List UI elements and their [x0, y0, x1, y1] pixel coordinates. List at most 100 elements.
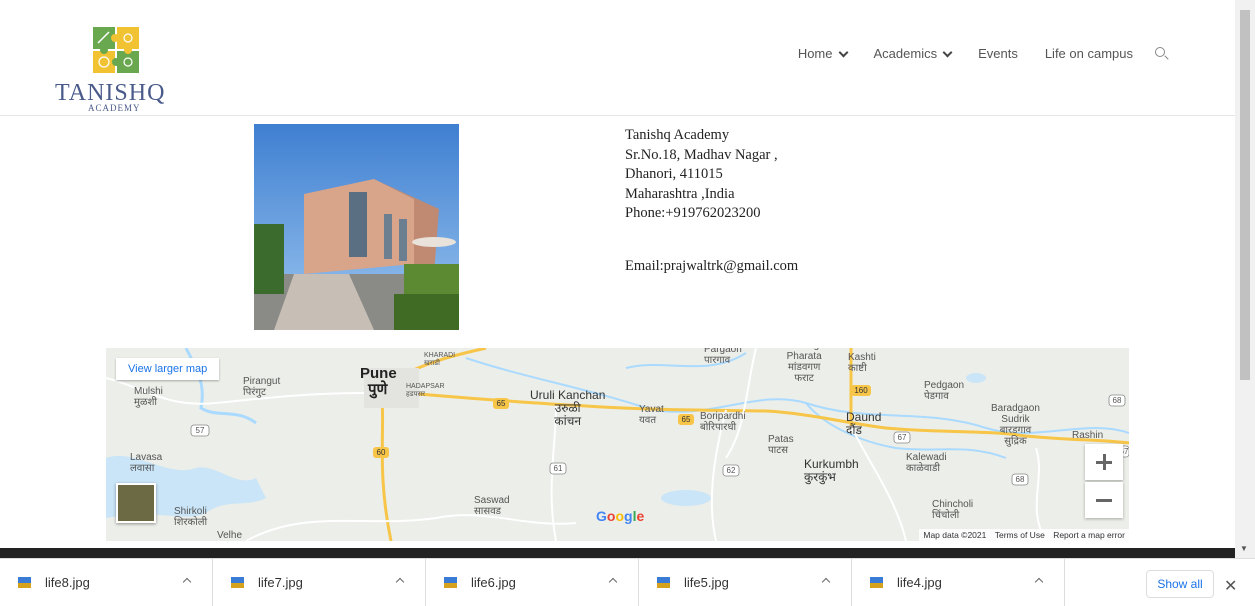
map-label-kalewadi: Kalewadi काळेवाडी [906, 452, 947, 474]
download-item[interactable]: life8.jpg [0, 559, 213, 606]
nav-academics[interactable]: Academics [873, 46, 953, 61]
zoom-in-button[interactable] [1085, 444, 1123, 480]
contact-phone: Phone:+919762023200 [625, 205, 761, 221]
map-label-uruli-kanchan: Uruli Kanchan उरुळी कांचन [530, 388, 606, 428]
download-filename: life5.jpg [684, 575, 729, 590]
contact-line: Dhanori, 411015 [625, 166, 723, 182]
map-label-lavasa: Lavasa लवासा [130, 452, 163, 474]
contact-line: Tanishq Academy [625, 127, 730, 143]
route-shield-67-text: 67 [898, 433, 907, 442]
map-label-saswad: Saswad सासवड [474, 495, 510, 517]
chevron-up-icon[interactable] [395, 577, 405, 587]
chevron-up-icon[interactable] [608, 577, 618, 587]
download-filename: life6.jpg [471, 575, 516, 590]
logo-subtitle: ACADEMY [88, 103, 141, 113]
logo[interactable]: TANISHQ ACADEMY [55, 24, 205, 114]
image-file-icon [18, 577, 31, 588]
route-shield-65b: 65 [678, 414, 694, 425]
minus-icon [1096, 499, 1112, 502]
chevron-up-icon[interactable] [1034, 577, 1044, 587]
nav-life-on-campus[interactable]: Life on campus [1045, 46, 1133, 61]
map-attribution: Map data ©2021 Terms of Use Report a map… [919, 529, 1129, 541]
image-file-icon [231, 577, 244, 588]
download-filename: life8.jpg [45, 575, 90, 590]
download-item[interactable]: life4.jpg [852, 559, 1065, 606]
map-label-baradgaon: Baradgaon Sudrik बारडगाव सुद्रिक [991, 403, 1040, 447]
map-label-boripardhi: Boripardhi बोरिपारधी [700, 411, 746, 433]
scroll-down-arrow-icon[interactable]: ▼ [1240, 544, 1248, 553]
map-label-patas: Patas पाटस [768, 434, 794, 456]
show-all-downloads-button[interactable]: Show all [1146, 570, 1214, 598]
map-label-kurkumbh: Kurkumbh कुरकुंभ [804, 457, 859, 484]
image-file-icon [870, 577, 883, 588]
contact-address: Tanishq Academy Sr.No.18, Madhav Nagar ,… [625, 126, 778, 224]
nav-home-label: Home [797, 46, 833, 61]
view-larger-map-link[interactable]: View larger map [116, 358, 220, 380]
download-filename: life4.jpg [897, 575, 942, 590]
campus-photo [254, 124, 459, 330]
route-shield-65-text: 65 [497, 399, 506, 408]
satellite-toggle[interactable] [116, 483, 156, 523]
contact-line: Maharashtra ,India [625, 185, 735, 202]
chevron-down-icon [942, 47, 953, 57]
google-logo: Google [596, 508, 645, 524]
download-item[interactable]: life5.jpg [639, 559, 852, 606]
route-shield-65: 65 [493, 398, 509, 409]
route-shield-160-text: 160 [854, 386, 868, 395]
route-shield-68: 68 [1011, 473, 1029, 486]
nav-events[interactable]: Events [978, 46, 1018, 61]
route-shield-60: 60 [373, 447, 389, 458]
map-label-pedgaon: Pedgaon पेडगाव [924, 380, 965, 402]
top-strip [0, 0, 1235, 21]
downloads-bar: life8.jpg life7.jpg life6.jpg life5.jpg … [0, 558, 1255, 606]
chevron-up-icon[interactable] [182, 577, 192, 587]
logo-puzzle-icon [93, 27, 139, 73]
route-shield-62: 62 [722, 464, 740, 477]
scrollbar-thumb[interactable] [1240, 10, 1250, 380]
contact-email: Email:prajwaltrk@gmail.com [625, 258, 799, 274]
download-item[interactable]: life6.jpg [426, 559, 639, 606]
nav-events-label: Events [978, 46, 1018, 61]
map-label-chincholi: Chincholi चिंचोली [932, 499, 974, 521]
contact-line: Sr.No.18, Madhav Nagar , [625, 146, 778, 163]
embedded-map[interactable]: 57 65 65 60 61 62 67 68 160 68 67 Mulshi… [106, 348, 1129, 541]
report-map-error-link[interactable]: Report a map error [1053, 530, 1125, 540]
close-icon[interactable]: ✕ [1224, 576, 1237, 596]
route-shield-61: 61 [549, 462, 567, 475]
map-label-shirkoli: Shirkoli शिरकोली [174, 506, 208, 528]
route-shield-68b-text: 68 [1113, 396, 1122, 405]
nav-life-on-campus-label: Life on campus [1044, 46, 1133, 61]
download-item[interactable]: life7.jpg [213, 559, 426, 606]
route-shield-68b: 68 [1108, 394, 1126, 407]
map-data-credit: Map data ©2021 [923, 530, 987, 540]
map-label-daund: Daund दौंड [846, 410, 882, 437]
zoom-out-button[interactable] [1085, 482, 1123, 518]
route-shield-160: 160 [851, 385, 871, 396]
main-nav: Home Academics Events Life on campus [771, 46, 1169, 61]
chevron-down-icon [838, 47, 848, 57]
map-label-yavat: Yavat यवत [639, 404, 664, 426]
route-shield-61-text: 61 [554, 464, 563, 473]
route-shield-68-text: 68 [1016, 475, 1025, 484]
nav-academics-label: Academics [873, 46, 938, 61]
map-label-pune-marathi: पुणे [368, 381, 388, 398]
chevron-up-icon[interactable] [821, 577, 831, 587]
nav-home[interactable]: Home [797, 46, 848, 61]
terms-of-use-link[interactable]: Terms of Use [995, 530, 1045, 540]
map-label-pirangut: Pirangut पिरंगुट [243, 376, 281, 398]
map-label-rashin: Rashin [1072, 430, 1104, 441]
route-shield-67: 67 [893, 431, 911, 444]
search-icon[interactable] [1155, 46, 1169, 61]
download-filename: life7.jpg [258, 575, 303, 590]
image-file-icon [657, 577, 670, 588]
map-label-kashti: Kashti काष्टी [848, 352, 876, 374]
route-shield-57-text: 57 [196, 426, 205, 435]
map-label-pune: Pune [360, 365, 397, 382]
map-label-pargaon: Pargaon पारगाव [704, 348, 742, 366]
map-label-velhe: Velhe [217, 530, 243, 541]
route-shield-65b-text: 65 [682, 415, 691, 424]
site-header: TANISHQ ACADEMY Home Academics Events Li… [0, 20, 1235, 116]
route-shield-57: 57 [190, 424, 210, 437]
map-label-kharadi: KHARADI खराडी [424, 352, 456, 367]
route-shield-60-text: 60 [377, 448, 386, 457]
